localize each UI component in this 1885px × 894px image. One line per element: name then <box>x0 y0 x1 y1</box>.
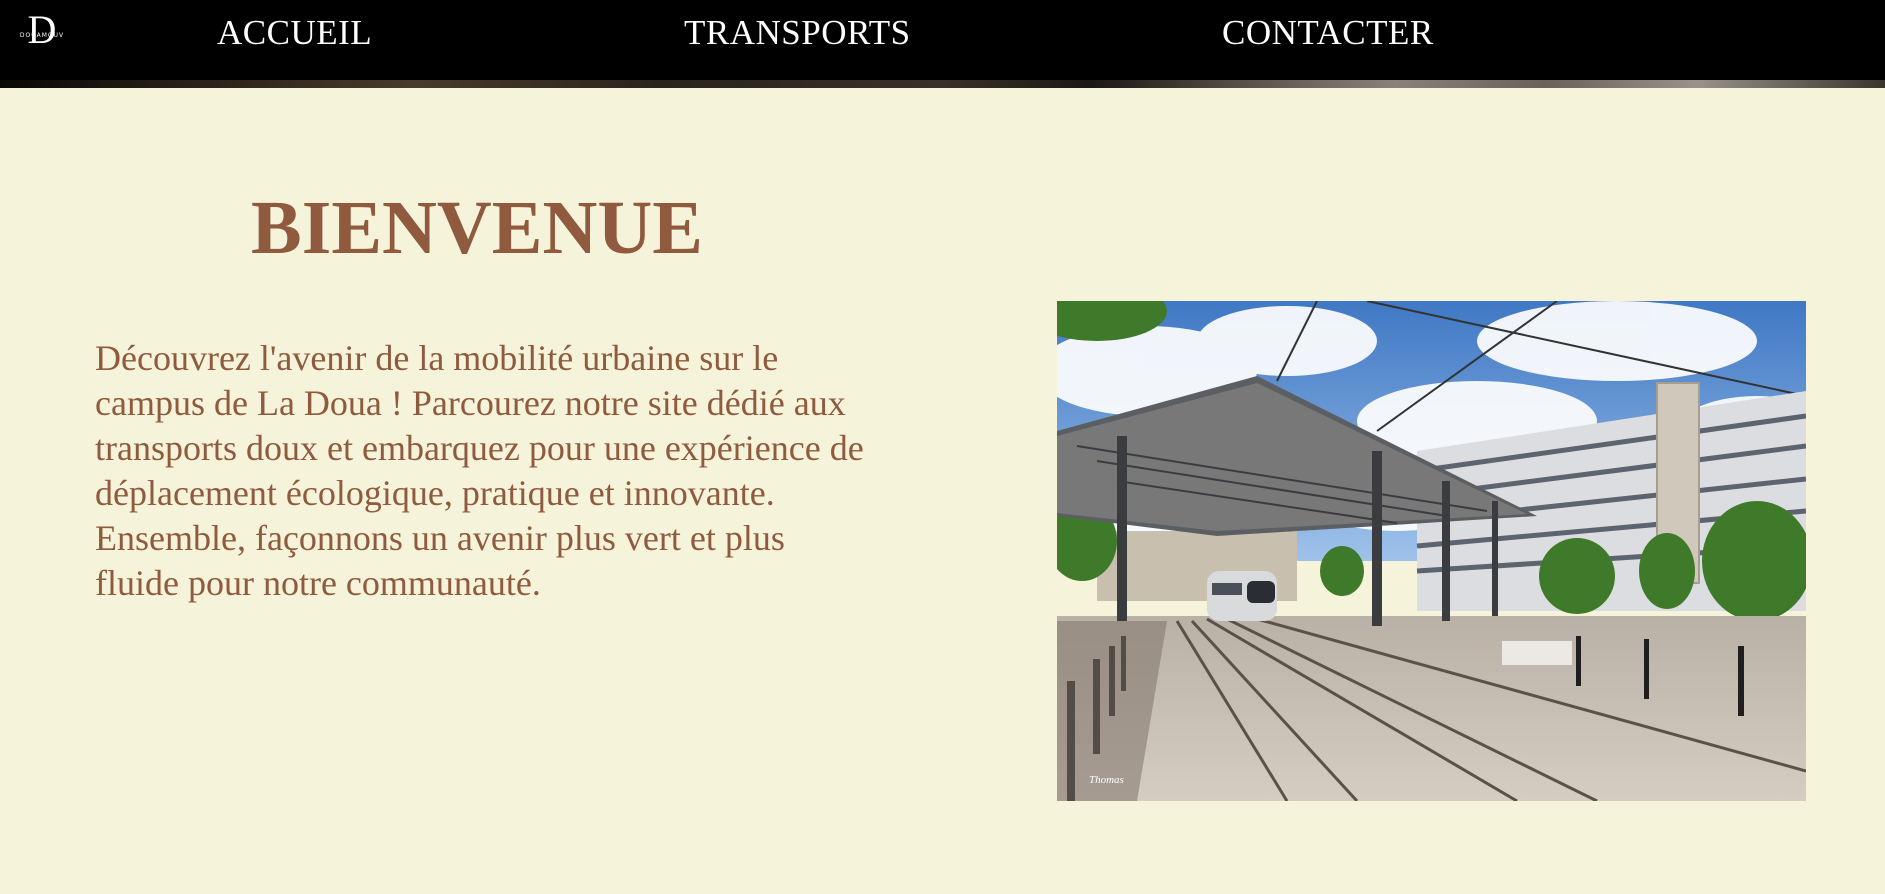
logo-letter: D <box>27 7 57 52</box>
navbar-background-strip <box>0 80 1885 88</box>
tram-station-illustration: Thomas <box>1057 301 1806 801</box>
nav-link-contacter[interactable]: CONTACTER <box>1222 13 1434 53</box>
intro-paragraph: Découvrez l'avenir de la mobilité urbain… <box>95 338 864 603</box>
nav-link-transports[interactable]: TRANSPORTS <box>684 13 911 53</box>
tram-vehicle <box>1207 571 1277 621</box>
logo-text: DOUAMOUV <box>19 32 65 39</box>
bench <box>1502 641 1572 665</box>
site-logo[interactable]: D DOUAMOUV <box>14 10 70 58</box>
photo-credit: Thomas <box>1089 774 1124 786</box>
page-title: BIENVENUE <box>251 186 703 270</box>
platform-ground <box>1057 616 1806 801</box>
top-navbar: D DOUAMOUV ACCUEIL TRANSPORTS CONTACTER <box>0 0 1885 88</box>
nav-link-accueil[interactable]: ACCUEIL <box>217 13 372 53</box>
tram-station-photo: Thomas <box>1057 301 1806 801</box>
